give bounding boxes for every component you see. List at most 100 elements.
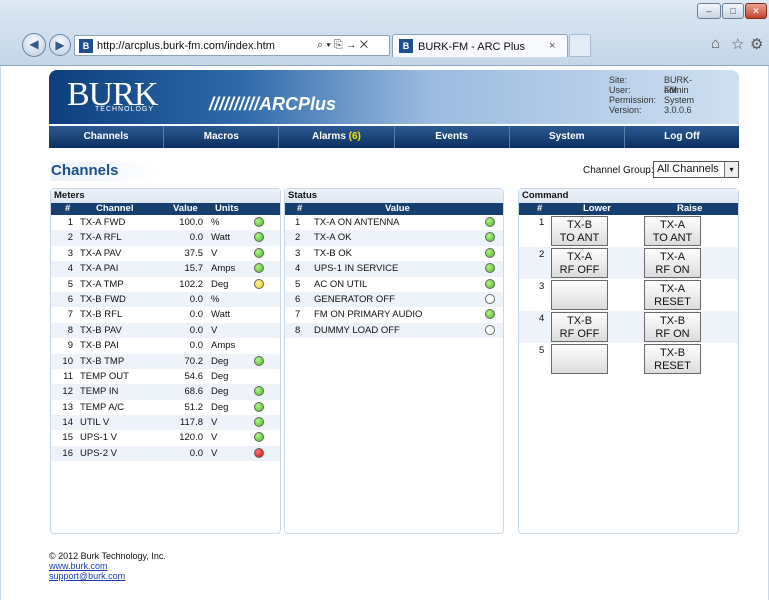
status-led-red-icon (254, 447, 264, 458)
command-raise-line2: RESET (654, 360, 691, 372)
tools-gear-icon[interactable]: ⚙ (750, 35, 763, 53)
status-led-green-icon (254, 217, 264, 227)
meter-row[interactable]: 5 TX-A TMP 102.2 Deg (51, 277, 280, 292)
burk-website-link[interactable]: www.burk.com (49, 561, 166, 571)
minimize-button[interactable]: – (697, 3, 721, 19)
meter-value: 0.0 (189, 324, 203, 336)
status-led-green-icon (254, 232, 264, 243)
status-row[interactable]: 4 UPS-1 IN SERVICE (285, 261, 503, 277)
meter-row[interactable]: 13 TEMP A/C 51.2 Deg (51, 400, 280, 415)
chevron-down-icon[interactable]: ▾ (724, 162, 738, 177)
address-url[interactable]: http://arcplus.burk-fm.com/index.htm (97, 40, 275, 52)
meter-units: Deg (211, 386, 229, 398)
meters-panel: Meters # Channel Value Units 1 TX-A FWD 10… (50, 188, 281, 534)
meter-row[interactable]: 10 TX-B TMP 70.2 Deg (51, 353, 280, 369)
command-row: 5 TX-B RESET (519, 343, 738, 375)
meter-row[interactable]: 14 UTIL V 117.8 V (51, 415, 280, 431)
meter-units: V (211, 447, 218, 459)
status-led-green-icon (485, 309, 495, 320)
meter-row[interactable]: 11 TEMP OUT 54.6 Deg (51, 369, 280, 384)
command-lower-button[interactable]: TX-A RF OFF (551, 248, 608, 278)
status-row[interactable]: 7 FM ON PRIMARY AUDIO (285, 307, 503, 322)
meter-row[interactable]: 7 TX-B RFL 0.0 Watt (51, 307, 280, 322)
meter-row[interactable]: 1 TX-A FWD 100.0% (51, 215, 280, 230)
meter-channel-name: TX-B PAI (80, 340, 119, 352)
status-row[interactable]: 2 TX-A OK (285, 230, 503, 246)
status-row[interactable]: 1 TX-A ON ANTENNA (285, 215, 503, 230)
command-raise-button[interactable]: TX-A RF ON (644, 248, 701, 278)
meter-number: 5 (67, 278, 73, 290)
info-key: Permission: (609, 95, 657, 105)
browser-tab[interactable]: B BURK-FM - ARC Plus × (392, 34, 568, 57)
menu-log-off[interactable]: Log Off (625, 126, 739, 148)
status-led-green-icon (485, 247, 495, 258)
info-key: Version: (609, 105, 642, 115)
meter-value: 120.0 (179, 432, 203, 444)
menu-macros[interactable]: Macros (164, 126, 280, 148)
meter-row[interactable]: 8 TX-B PAV 0.0 V (51, 322, 280, 339)
meter-row[interactable]: 16 UPS-2 V 0.0 V (51, 445, 280, 462)
meter-row[interactable]: 4 TX-A PAI 15.7 Amps (51, 261, 280, 277)
address-bar[interactable]: B http://arcplus.burk-fm.com/index.htm ⌕… (74, 35, 390, 56)
command-lower-button[interactable] (551, 344, 608, 374)
meter-units: V (211, 432, 218, 444)
status-row[interactable]: 5 AC ON UTIL (285, 277, 503, 292)
home-icon[interactable]: ⌂ (711, 35, 720, 52)
status-value: AC ON UTIL (314, 278, 368, 290)
meter-channel-name: UTIL V (80, 417, 110, 429)
meter-row[interactable]: 6 TX-B FWD 0.0% (51, 291, 280, 308)
meter-channel-name: TX-B RFL (80, 309, 123, 321)
favorites-star-icon[interactable]: ☆ (731, 35, 744, 53)
status-row[interactable]: 8 DUMMY LOAD OFF (285, 322, 503, 339)
command-raise-button[interactable]: TX-B RESET (644, 344, 701, 374)
channel-group-select[interactable]: All Channels ▾ (653, 161, 739, 178)
status-value: UPS-1 IN SERVICE (314, 263, 399, 275)
meter-channel-name: TEMP IN (80, 386, 119, 398)
menu-alarms-label: Alarms (311, 131, 346, 142)
meter-value: 117.8 (179, 417, 203, 429)
command-lower-line2: TO ANT (559, 232, 600, 244)
tab-close-icon[interactable]: × (549, 40, 555, 52)
page-viewport: BURK TECHNOLOGY //////////ARCPlus Site: B… (1, 66, 768, 600)
menu-channels[interactable]: Channels (49, 126, 165, 148)
meter-value: 0.0 (189, 293, 203, 305)
menu-events[interactable]: Events (395, 126, 510, 148)
meter-row[interactable]: 15 UPS-1 V 120.0 V (51, 430, 280, 445)
menu-alarms[interactable]: Alarms (6) (279, 126, 395, 148)
close-window-button[interactable]: ✕ (745, 3, 767, 19)
maximize-button[interactable]: □ (722, 3, 744, 19)
command-raise-button[interactable]: TX-A TO ANT (644, 216, 701, 246)
meter-number: 15 (62, 432, 73, 444)
meters-col-units: Units (215, 203, 239, 214)
command-raise-button[interactable]: TX-A RESET (644, 280, 701, 310)
status-row[interactable]: 3 TX-B OK (285, 246, 503, 261)
status-led-yellow-icon (254, 278, 264, 289)
command-lower-button[interactable]: TX-B RF OFF (551, 312, 608, 342)
meter-channel-name: TEMP OUT (80, 370, 129, 382)
status-number: 8 (295, 324, 301, 336)
meter-row[interactable]: 12 TEMP IN 68.6 Deg (51, 384, 280, 400)
meter-number: 1 (67, 217, 73, 228)
status-table-body: 1 TX-A ON ANTENNA 2 TX-A OK 3 TX-B OK 4 UPS-1 I… (285, 215, 503, 339)
back-button[interactable]: ◀ (22, 33, 46, 57)
meter-number: 10 (62, 355, 73, 367)
meter-row[interactable]: 9 TX-B PAI 0.0 Amps (51, 338, 280, 353)
forward-button[interactable]: ▶ (49, 34, 71, 56)
command-raise-button[interactable]: TX-B RF ON (644, 312, 701, 342)
meter-units: Deg (211, 370, 229, 382)
support-email-link[interactable]: support@burk.com (49, 571, 166, 581)
meter-number: 3 (67, 247, 73, 259)
new-tab-button[interactable] (569, 34, 591, 57)
command-header: # Lower Raise (519, 203, 738, 215)
status-row[interactable]: 6 GENERATOR OFF (285, 291, 503, 308)
meter-row[interactable]: 2 TX-A RFL 0.0 Watt (51, 230, 280, 246)
status-number: 2 (295, 232, 301, 244)
meter-row[interactable]: 3 TX-A PAV 37.5 V (51, 246, 280, 261)
command-col-raise: Raise (677, 203, 703, 214)
command-lower-button[interactable]: TX-B TO ANT (551, 216, 608, 246)
command-lower-button[interactable] (551, 280, 608, 310)
command-col-lower: Lower (583, 203, 611, 214)
address-tools[interactable]: ⌕ ▾ ⎘ → ✕ (317, 39, 368, 52)
status-value: GENERATOR OFF (314, 293, 395, 305)
menu-system[interactable]: System (510, 126, 625, 148)
